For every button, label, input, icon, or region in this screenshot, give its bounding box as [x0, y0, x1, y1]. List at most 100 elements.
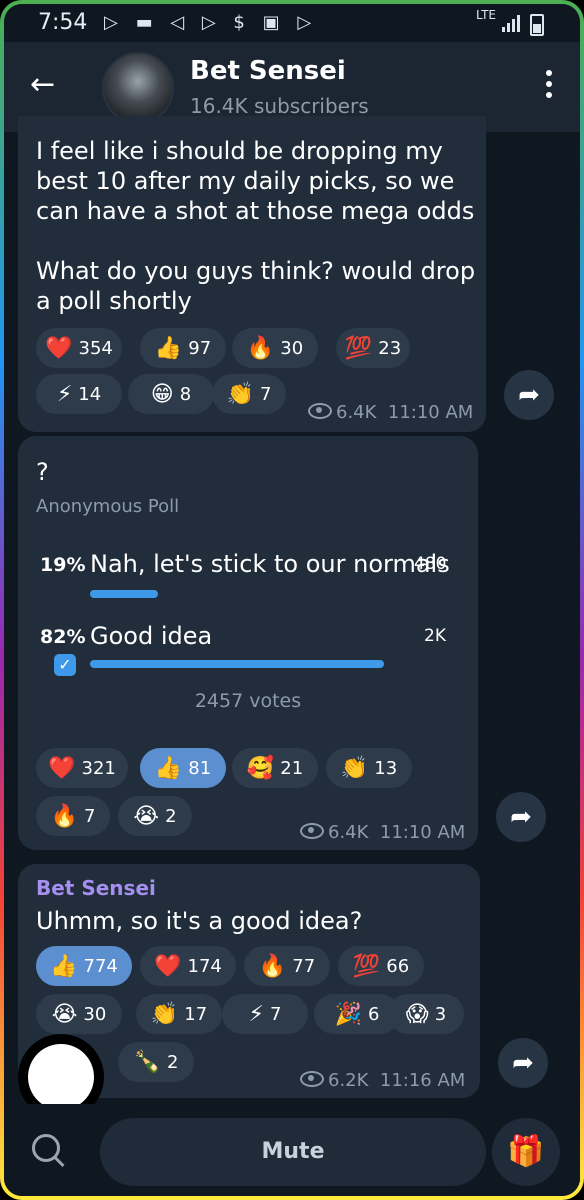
- reaction-chip[interactable]: 🔥 7: [36, 796, 110, 836]
- reaction-emoji-icon: 💯: [352, 953, 381, 979]
- reaction-chip[interactable]: 👏 13: [326, 748, 412, 788]
- reaction-count: 6: [367, 1003, 380, 1025]
- reaction-count: 174: [187, 955, 222, 977]
- reaction-emoji-icon: 👍: [154, 755, 183, 781]
- battery-icon: [530, 14, 544, 36]
- reaction-chip[interactable]: ❤️ 354: [36, 328, 122, 368]
- chosen-check-icon: ✓: [54, 654, 76, 676]
- message-text: I feel like i should be dropping my best…: [36, 137, 476, 315]
- views-icon: [308, 403, 332, 419]
- search-icon[interactable]: [24, 1126, 76, 1178]
- reaction-emoji-icon: ❤️: [45, 335, 73, 361]
- reaction-chip[interactable]: 👍 97: [140, 328, 226, 368]
- message-time: 11:16 AM: [379, 1070, 466, 1091]
- share-icon[interactable]: ➦: [504, 370, 554, 420]
- channel-title[interactable]: Bet Sensei: [190, 56, 346, 86]
- reaction-count: 81: [188, 757, 212, 779]
- share-icon[interactable]: ➦: [498, 1038, 548, 1088]
- more-options-icon[interactable]: [546, 70, 554, 102]
- message-author[interactable]: Bet Sensei: [36, 876, 156, 900]
- poll-option-percent: 19%: [40, 554, 86, 576]
- message-meta: 6.4K 11:10 AM: [308, 402, 473, 423]
- reaction-count: 2: [166, 1051, 179, 1073]
- share-icon[interactable]: ➦: [496, 792, 546, 842]
- mute-button[interactable]: Mute: [100, 1118, 486, 1186]
- reaction-chip[interactable]: 💯 66: [338, 946, 424, 986]
- reaction-count: 77: [292, 955, 316, 977]
- reaction-emoji-icon: 👍: [50, 953, 78, 979]
- reaction-emoji-icon: 👏: [340, 755, 369, 781]
- reaction-chip[interactable]: 👍 81: [140, 748, 226, 788]
- poll-option-bar: [90, 590, 448, 598]
- reaction-count: 7: [83, 805, 96, 827]
- views-icon: [300, 1071, 324, 1087]
- reaction-emoji-icon: ❤️: [48, 755, 76, 781]
- reaction-count: 97: [188, 337, 212, 359]
- reaction-chip[interactable]: 😭 2: [118, 796, 192, 836]
- reaction-emoji-icon: 🔥: [50, 803, 78, 829]
- reaction-emoji-icon: ⚡: [248, 1001, 264, 1027]
- reaction-chip[interactable]: 💯 23: [336, 328, 410, 368]
- reaction-emoji-icon: 🍾: [133, 1049, 161, 1075]
- poll-option-votes: 2K: [424, 626, 446, 646]
- reaction-emoji-icon: 👏: [226, 381, 254, 407]
- reaction-emoji-icon: 😱: [405, 1001, 429, 1027]
- status-time: 7:54: [38, 10, 88, 35]
- reaction-chip[interactable]: 🔥 30: [232, 328, 318, 368]
- reaction-chip[interactable]: ⚡ 7: [222, 994, 308, 1034]
- reaction-chip[interactable]: 🍾 2: [118, 1042, 194, 1082]
- reaction-count: 30: [280, 337, 304, 359]
- message-bubble[interactable]: I feel like i should be dropping my best…: [18, 116, 486, 432]
- message-meta: 6.2K 11:16 AM: [300, 1070, 465, 1091]
- poll-option-votes: 480: [414, 554, 447, 574]
- message-time: 11:10 AM: [387, 402, 474, 423]
- notification-icons: ▷ ▬ ◁ ▷ $ ▣ ▷: [104, 12, 318, 33]
- back-arrow-icon[interactable]: ←: [30, 68, 64, 102]
- message-time: 11:10 AM: [379, 822, 466, 843]
- bottom-bar: Mute 🎁: [4, 1104, 580, 1196]
- reaction-chip[interactable]: 👍 774: [36, 946, 132, 986]
- reaction-count: 321: [81, 757, 116, 779]
- reaction-count: 354: [78, 337, 113, 359]
- poll-total-votes[interactable]: 2457 votes: [18, 690, 478, 712]
- reaction-chip[interactable]: 👏 7: [212, 374, 286, 414]
- reaction-count: 3: [434, 1003, 447, 1025]
- reaction-count: 30: [83, 1003, 107, 1025]
- reaction-chip[interactable]: 😁 8: [128, 374, 214, 414]
- channel-avatar[interactable]: [102, 52, 174, 124]
- reaction-count: 7: [270, 1003, 282, 1025]
- reaction-chip[interactable]: 😭 30: [36, 994, 122, 1034]
- reaction-emoji-icon: ❤️: [154, 953, 182, 979]
- reaction-emoji-icon: 🔥: [246, 335, 275, 361]
- device-frame: 7:54 ▷ ▬ ◁ ▷ $ ▣ ▷ LTE ← Bet Sensei 16.4…: [0, 0, 584, 1200]
- poll-option-percent: 82%: [40, 626, 86, 648]
- poll-option-bar: [90, 660, 448, 668]
- poll-type: Anonymous Poll: [36, 496, 180, 517]
- poll-option-bar-fill: [90, 660, 384, 668]
- reaction-count: 2: [165, 805, 177, 827]
- gift-icon[interactable]: 🎁: [492, 1118, 560, 1186]
- poll-option-text: Nah, let's stick to our normals: [90, 550, 450, 578]
- reaction-emoji-icon: 💯: [344, 335, 373, 361]
- message-text: Uhmm, so it's a good idea?: [36, 907, 363, 935]
- reaction-emoji-icon: ⚡: [56, 381, 73, 407]
- reaction-count: 7: [259, 383, 272, 405]
- reaction-chip[interactable]: 🔥 77: [244, 946, 330, 986]
- reaction-chip[interactable]: ❤️ 321: [36, 748, 128, 788]
- screen: 7:54 ▷ ▬ ◁ ▷ $ ▣ ▷ LTE ← Bet Sensei 16.4…: [4, 4, 580, 1196]
- reaction-chip[interactable]: 👏 17: [136, 994, 222, 1034]
- signal-icon: [502, 14, 520, 32]
- views-count: 6.2K: [328, 1070, 369, 1091]
- reaction-count: 13: [374, 757, 398, 779]
- reaction-chip[interactable]: 🥰 21: [232, 748, 318, 788]
- reaction-emoji-icon: 😁: [150, 381, 174, 407]
- reaction-chip[interactable]: ⚡ 14: [36, 374, 122, 414]
- reaction-emoji-icon: 🎉: [334, 1001, 362, 1027]
- reaction-count: 66: [386, 955, 410, 977]
- reaction-emoji-icon: 👍: [154, 335, 183, 361]
- reaction-emoji-icon: 👏: [150, 1001, 179, 1027]
- reaction-chip[interactable]: ❤️ 174: [140, 946, 236, 986]
- reaction-chip[interactable]: 😱 3: [388, 994, 464, 1034]
- views-count: 6.4K: [336, 402, 377, 423]
- status-bar: 7:54 ▷ ▬ ◁ ▷ $ ▣ ▷ LTE: [4, 4, 580, 42]
